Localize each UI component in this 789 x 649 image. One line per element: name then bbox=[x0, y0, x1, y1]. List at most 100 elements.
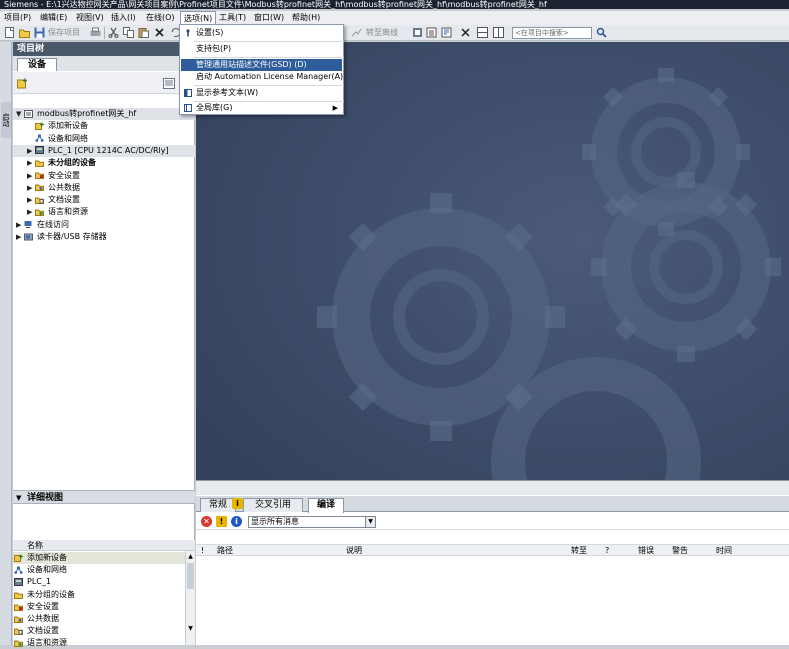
save-icon[interactable] bbox=[34, 27, 45, 38]
save-project-button[interactable]: 保存项目 bbox=[48, 27, 80, 39]
menu-item-settings[interactable]: 设置(S) bbox=[181, 27, 342, 39]
detail-item[interactable]: 未分组的设备 bbox=[13, 589, 185, 601]
expand-right-icon[interactable]: ▶ bbox=[27, 170, 33, 182]
tab-compile[interactable]: 编译 bbox=[308, 498, 344, 513]
detail-item[interactable]: 添加新设备 bbox=[13, 552, 185, 564]
copy-icon[interactable] bbox=[123, 27, 134, 38]
project-search-input[interactable]: <在项目中搜索> bbox=[512, 27, 592, 39]
menu-help[interactable]: 帮助(H) bbox=[289, 11, 323, 25]
detail-item[interactable]: 设备和网络 bbox=[13, 564, 185, 576]
col-path[interactable]: 路径 bbox=[217, 545, 233, 556]
cut-icon[interactable] bbox=[108, 27, 119, 38]
overview-icon[interactable] bbox=[163, 78, 175, 89]
detail-view-title[interactable]: ▼ 详细视图 bbox=[13, 490, 195, 504]
menu-item-manage-gsd[interactable]: 管理通用站描述文件(GSD) (D) bbox=[181, 59, 342, 71]
warning-filter-icon[interactable]: ! bbox=[216, 516, 227, 527]
tree-item[interactable]: ▶ 安全设置 bbox=[13, 170, 195, 182]
delete-icon[interactable] bbox=[154, 27, 165, 38]
online-access-icon bbox=[24, 221, 32, 229]
col-errors[interactable]: 错误 bbox=[638, 545, 654, 556]
expand-right-icon[interactable]: ▶ bbox=[16, 219, 22, 231]
tree-item[interactable]: ▼ modbus转profinet网关_hf bbox=[13, 108, 195, 120]
error-filter-icon[interactable]: ✕ bbox=[201, 516, 212, 527]
go-offline-button[interactable]: 转至离线 bbox=[366, 27, 398, 39]
menu-project[interactable]: 项目(P) bbox=[1, 11, 34, 25]
scroll-up-icon[interactable]: ▲ bbox=[187, 553, 194, 561]
start-tab[interactable]: 启动 bbox=[1, 102, 11, 138]
menu-insert[interactable]: 插入(I) bbox=[108, 11, 139, 25]
chevron-down-icon[interactable]: ▼ bbox=[365, 517, 375, 527]
tab-devices[interactable]: 设备 bbox=[17, 58, 57, 71]
tab-general[interactable]: 常规 bbox=[200, 498, 236, 512]
col-time[interactable]: 时间 bbox=[716, 545, 732, 556]
detail-item[interactable]: 安全设置 bbox=[13, 601, 185, 613]
expand-right-icon[interactable]: ▶ bbox=[27, 206, 33, 218]
print-icon[interactable] bbox=[90, 27, 101, 38]
expand-right-icon[interactable]: ▶ bbox=[27, 194, 33, 206]
tree-item[interactable]: 添加新设备 bbox=[13, 120, 195, 132]
menu-item-reference-text[interactable]: 显示参考文本(W) bbox=[181, 87, 342, 99]
go-offline-icon[interactable] bbox=[351, 27, 362, 38]
menu-item-support-packages[interactable]: 支持包(P) bbox=[181, 43, 342, 55]
tree-item-label: 安全设置 bbox=[48, 170, 80, 180]
menu-online[interactable]: 在线(O) bbox=[143, 11, 178, 25]
detail-scrollbar[interactable]: ▲ ▼ bbox=[185, 551, 195, 645]
detail-item[interactable]: 文档设置 bbox=[13, 625, 185, 637]
plc-icon bbox=[14, 578, 23, 587]
expand-right-icon[interactable]: ▶ bbox=[27, 145, 33, 157]
tree-item[interactable]: ▶ 公共数据 bbox=[13, 182, 195, 194]
detail-item-label: 设备和网络 bbox=[27, 565, 67, 575]
menu-edit[interactable]: 编辑(E) bbox=[37, 11, 70, 25]
split-horizontal-icon[interactable] bbox=[477, 27, 488, 38]
diagnostics-icon[interactable] bbox=[441, 27, 452, 38]
col-question[interactable]: ? bbox=[605, 545, 609, 556]
menu-item-settings-label: 设置(S) bbox=[196, 28, 224, 37]
col-warnings[interactable]: 警告 bbox=[672, 545, 688, 556]
add-device-icon[interactable] bbox=[17, 78, 28, 89]
tree-item[interactable]: ▶ 读卡器/USB 存储器 bbox=[13, 231, 195, 243]
tree-item[interactable]: ▶ 文档设置 bbox=[13, 194, 195, 206]
expand-right-icon[interactable]: ▶ bbox=[27, 182, 33, 194]
menu-item-global-libraries[interactable]: 全局库(G) ▶ bbox=[181, 102, 342, 114]
card-reader-icon bbox=[24, 233, 33, 240]
message-filter-select[interactable]: 显示所有消息 ▼ bbox=[248, 516, 376, 528]
menu-tools[interactable]: 工具(T) bbox=[216, 11, 249, 25]
detail-item[interactable]: 语言和资源 bbox=[13, 637, 185, 649]
scroll-thumb[interactable] bbox=[187, 563, 194, 589]
submenu-arrow-icon: ▶ bbox=[332, 104, 338, 112]
collapse-icon[interactable]: ▼ bbox=[16, 491, 21, 505]
tree-item[interactable]: ▶ PLC_1 [CPU 1214C AC/DC/Rly] bbox=[13, 144, 195, 157]
tree-item[interactable]: 设备和网络 bbox=[13, 133, 195, 145]
detail-column-name[interactable]: 名称 bbox=[13, 540, 195, 551]
open-project-icon[interactable] bbox=[19, 27, 30, 38]
split-vertical-icon[interactable] bbox=[493, 27, 504, 38]
detail-item[interactable]: 公共数据 bbox=[13, 613, 185, 625]
search-icon[interactable] bbox=[596, 27, 607, 38]
menu-window[interactable]: 窗口(W) bbox=[251, 11, 287, 25]
scroll-down-icon[interactable]: ▼ bbox=[187, 625, 194, 633]
tree-item[interactable]: ▶ 在线访问 bbox=[13, 219, 195, 231]
tree-item-label: 语言和资源 bbox=[48, 207, 88, 217]
detail-item-label: PLC_1 bbox=[27, 577, 51, 587]
tree-item[interactable]: ▶ 未分组的设备 bbox=[13, 157, 195, 169]
expand-down-icon[interactable]: ▼ bbox=[16, 108, 22, 120]
folder-icon bbox=[35, 160, 44, 167]
accessible-devices-icon[interactable] bbox=[412, 27, 423, 38]
cross-reference-icon[interactable] bbox=[426, 27, 437, 38]
detail-view-title-text: 详细视图 bbox=[27, 493, 64, 503]
expand-right-icon[interactable]: ▶ bbox=[27, 157, 33, 169]
col-description[interactable]: 说明 bbox=[346, 545, 362, 556]
col-status[interactable]: ! bbox=[201, 545, 204, 556]
menu-options[interactable]: 选项(N) bbox=[180, 11, 217, 25]
expand-right-icon[interactable]: ▶ bbox=[16, 231, 22, 243]
new-project-icon[interactable] bbox=[4, 27, 15, 38]
paste-icon[interactable] bbox=[138, 27, 149, 38]
menu-item-license-manager[interactable]: 启动 Automation License Manager(A) bbox=[181, 71, 343, 83]
tab-cross-references[interactable]: 交叉引用 bbox=[243, 498, 303, 512]
info-filter-icon[interactable]: i bbox=[231, 516, 242, 527]
close-icon[interactable] bbox=[460, 27, 471, 38]
col-goto[interactable]: 转至 bbox=[571, 545, 587, 556]
menu-view[interactable]: 视图(V) bbox=[73, 11, 107, 25]
tree-item[interactable]: ▶ 语言和资源 bbox=[13, 206, 195, 218]
detail-item[interactable]: PLC_1 bbox=[13, 576, 185, 588]
